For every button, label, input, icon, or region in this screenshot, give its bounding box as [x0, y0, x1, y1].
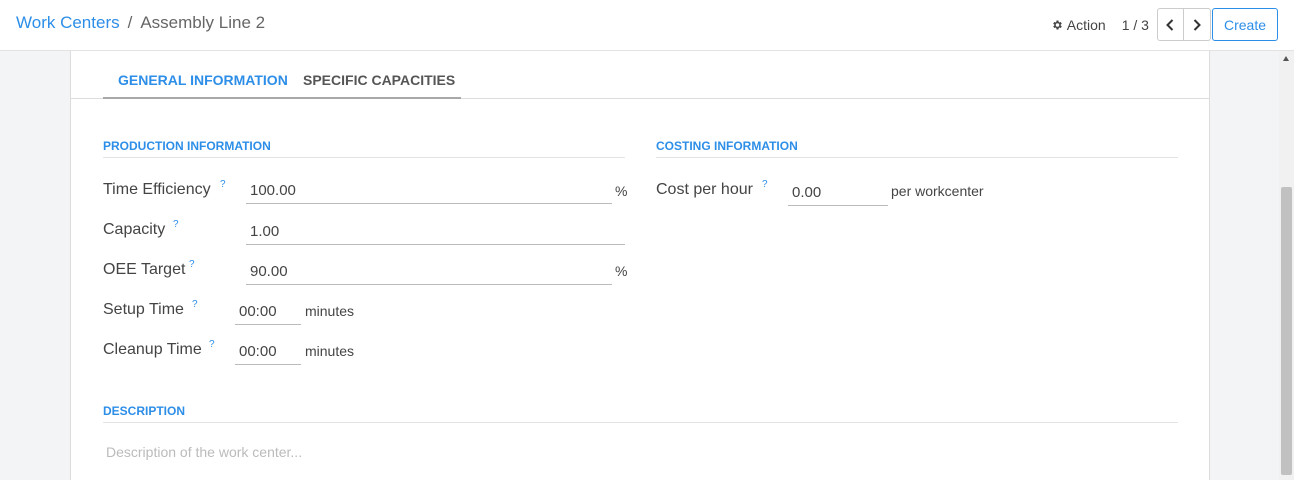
oee-target-unit: % — [615, 263, 628, 279]
description-title: DESCRIPTION — [103, 404, 186, 418]
cleanup-time-label: Cleanup Time — [103, 341, 202, 358]
cost-per-hour-input[interactable] — [788, 180, 888, 206]
production-information-title: PRODUCTION INFORMATION — [103, 139, 271, 153]
time-efficiency-unit: % — [615, 183, 628, 199]
setup-time-help-icon[interactable]: ? — [192, 299, 198, 310]
oee-target-help-icon[interactable]: ? — [189, 259, 195, 270]
cost-per-hour-help-icon[interactable]: ? — [762, 179, 768, 190]
capacity-help-icon[interactable]: ? — [173, 219, 179, 230]
setup-time-label: Setup Time — [103, 301, 184, 318]
breadcrumb-work-centers[interactable]: Work Centers — [16, 13, 120, 33]
cleanup-time-input[interactable] — [235, 339, 301, 365]
scroll-thumb[interactable] — [1281, 187, 1292, 475]
control-actions: Action 1 / 3 Create — [1051, 8, 1278, 41]
oee-target-input[interactable] — [246, 259, 612, 285]
cleanup-time-unit: minutes — [305, 343, 355, 359]
tab-specific-capacities[interactable]: SPECIFIC CAPACITIES — [303, 72, 455, 88]
cost-per-hour-label: Cost per hour — [656, 181, 753, 198]
description-placeholder[interactable]: Description of the work center... — [106, 444, 302, 460]
control-panel: Work Centers / Assembly Line 2 Action 1 … — [0, 0, 1294, 51]
scroll-up-arrow-icon[interactable] — [1283, 56, 1289, 61]
breadcrumb: Work Centers / Assembly Line 2 — [16, 13, 265, 33]
chevron-left-icon — [1166, 18, 1174, 31]
time-efficiency-input[interactable] — [246, 178, 612, 204]
cleanup-time-help-icon[interactable]: ? — [209, 339, 215, 350]
breadcrumb-separator: / — [127, 13, 133, 32]
capacity-input[interactable] — [246, 219, 625, 245]
cost-per-hour-unit: per workcenter — [891, 183, 984, 199]
description-section-rule — [103, 422, 1178, 423]
pager-next-button[interactable] — [1183, 8, 1211, 41]
production-section-rule — [103, 157, 625, 158]
pager-previous-button[interactable] — [1156, 8, 1184, 41]
setup-time-input[interactable] — [235, 299, 301, 325]
tab-general-information[interactable]: GENERAL INFORMATION — [118, 72, 288, 88]
breadcrumb-current: Assembly Line 2 — [140, 13, 266, 32]
time-efficiency-label: Time Efficiency — [103, 181, 211, 198]
action-button[interactable]: Action — [1051, 17, 1106, 33]
pager-value[interactable]: 1 / 3 — [1122, 17, 1149, 33]
tab-active-underline — [103, 97, 461, 99]
costing-information-title: COSTING INFORMATION — [656, 139, 798, 153]
action-label: Action — [1066, 16, 1106, 33]
form-sheet: GENERAL INFORMATION SPECIFIC CAPACITIES … — [70, 51, 1210, 480]
costing-section-rule — [656, 157, 1178, 158]
capacity-label: Capacity — [103, 221, 166, 238]
setup-time-unit: minutes — [305, 303, 355, 319]
page-scrollbar[interactable] — [1279, 51, 1294, 480]
notebook-tabs: GENERAL INFORMATION SPECIFIC CAPACITIES — [71, 51, 1209, 99]
chevron-right-icon — [1193, 18, 1201, 31]
gear-icon — [1052, 20, 1062, 29]
time-efficiency-help-icon[interactable]: ? — [220, 179, 226, 190]
create-button[interactable]: Create — [1211, 8, 1278, 41]
oee-target-label: OEE Target — [103, 261, 186, 278]
